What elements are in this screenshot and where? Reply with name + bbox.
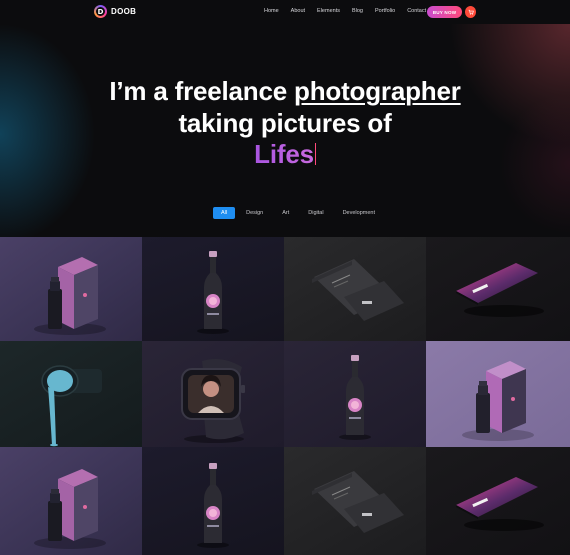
phone-image-2 xyxy=(456,477,544,531)
portfolio-item-paint-can[interactable] xyxy=(0,341,142,447)
portfolio-item-cosmetic-box-2[interactable] xyxy=(426,341,570,447)
cart-icon xyxy=(468,9,474,15)
portfolio-item-wine-bottle[interactable] xyxy=(142,237,284,341)
wine-bottle-image-2 xyxy=(339,355,371,440)
nav-blog[interactable]: Blog xyxy=(352,8,363,14)
hero-typed-text: Lifes xyxy=(254,139,314,169)
portfolio-item-smartwatch[interactable] xyxy=(142,341,284,447)
portfolio-item-cosmetic-box-3[interactable] xyxy=(0,447,142,555)
wine-bottle-image-3 xyxy=(197,463,229,548)
portfolio-item-wine-bottle-3[interactable] xyxy=(142,447,284,555)
hero-typed-line: Lifes xyxy=(0,139,570,169)
business-card-image-2 xyxy=(312,471,404,533)
paint-can-image xyxy=(41,365,102,447)
buy-now-button[interactable]: BUY NOW xyxy=(427,6,462,18)
hero-section: I’m a freelance photographer taking pict… xyxy=(0,24,570,237)
portfolio-item-cosmetic-box[interactable] xyxy=(0,237,142,341)
site-header: D DOOB Home About Elements Blog Portfoli… xyxy=(0,0,570,24)
brand-logo[interactable]: D DOOB xyxy=(94,5,136,18)
hero-title-highlight: photographer xyxy=(294,76,461,106)
cart-button[interactable] xyxy=(465,6,476,18)
filter-all[interactable]: All xyxy=(213,207,236,219)
nav-about[interactable]: About xyxy=(291,8,305,14)
nav-contact[interactable]: Contact xyxy=(407,8,426,14)
nav-home[interactable]: Home xyxy=(264,8,279,14)
portfolio-item-business-card-2[interactable] xyxy=(284,447,426,555)
phone-image xyxy=(456,263,544,317)
logo-letter: D xyxy=(96,7,105,16)
business-card-image xyxy=(312,259,404,321)
wine-bottle-image xyxy=(197,251,229,334)
nav-elements[interactable]: Elements xyxy=(317,8,340,14)
portfolio-grid xyxy=(0,237,570,555)
brand-name: DOOB xyxy=(111,7,137,16)
cosmetic-box-image-2 xyxy=(462,361,534,441)
filter-development[interactable]: Development xyxy=(335,207,383,219)
portfolio-filters: All Design Art Digital Development xyxy=(213,207,386,219)
smartwatch-image xyxy=(181,359,245,443)
filter-design[interactable]: Design xyxy=(238,207,271,219)
hero-title-line-2: taking pictures of xyxy=(178,108,392,138)
portfolio-item-business-card[interactable] xyxy=(284,237,426,341)
portfolio-item-wine-bottle-2[interactable] xyxy=(284,341,426,447)
portfolio-item-phone-2[interactable] xyxy=(426,447,570,555)
hero-title-line-1: I’m a freelance photographer xyxy=(0,76,570,106)
nav-portfolio[interactable]: Portfolio xyxy=(375,8,395,14)
portfolio-item-phone[interactable] xyxy=(426,237,570,341)
filter-art[interactable]: Art xyxy=(274,207,297,219)
filter-digital[interactable]: Digital xyxy=(300,207,331,219)
main-nav: Home About Elements Blog Portfolio Conta… xyxy=(264,8,438,14)
hero-title-prefix: I’m a freelance xyxy=(109,76,295,106)
cosmetic-box-image-3 xyxy=(34,469,106,549)
typing-cursor xyxy=(314,143,316,165)
logo-mark-icon: D xyxy=(94,5,107,18)
cosmetic-box-image xyxy=(34,257,106,335)
